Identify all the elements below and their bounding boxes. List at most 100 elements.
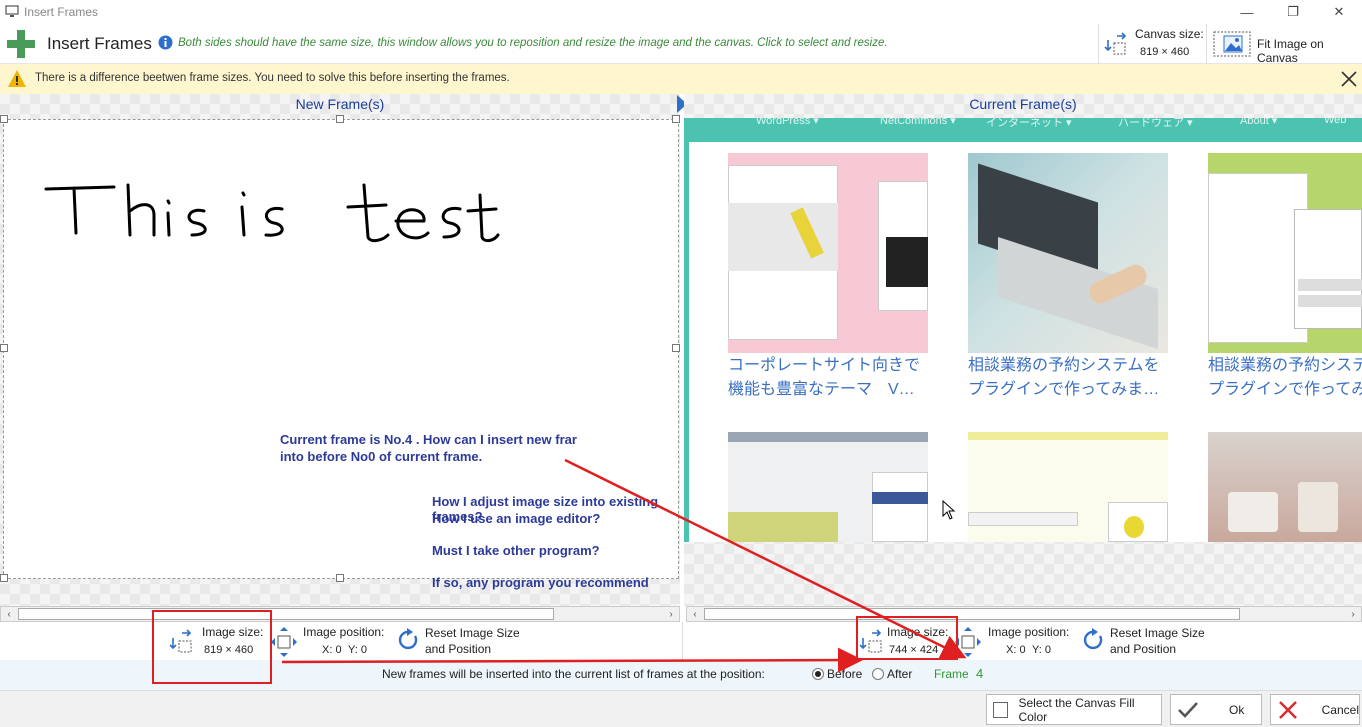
- left-controls: Image size: 819 × 460 Image position: X:…: [0, 622, 680, 660]
- position-x[interactable]: X: 0: [322, 644, 342, 656]
- move-icon: [955, 627, 981, 657]
- divider: [682, 622, 683, 660]
- reset-button-label[interactable]: and Position: [425, 642, 491, 656]
- frame-label: Frame: [934, 667, 969, 681]
- cancel-label: Cancel: [1321, 702, 1359, 717]
- annotation-highlight-box: [152, 610, 272, 684]
- resize-handle[interactable]: [0, 574, 8, 582]
- new-frames-title: New Frame(s): [295, 96, 385, 112]
- image-icon: [1213, 31, 1251, 57]
- after-radio[interactable]: [872, 668, 884, 680]
- menu-item: Web: [1324, 118, 1347, 126]
- reset-button-label[interactable]: and Position: [1110, 642, 1176, 656]
- card-caption[interactable]: コーポレートサイト向きで: [728, 354, 920, 378]
- canvas-size-value: 819 × 460: [1140, 46, 1190, 58]
- image-position-label: Image position:: [988, 625, 1070, 639]
- header: Insert Frames Both sides should have the…: [0, 24, 1362, 65]
- position-y[interactable]: Y: 0: [1032, 644, 1051, 656]
- header-description: Both sides should have the same size, th…: [178, 37, 888, 49]
- left-horizontal-scrollbar[interactable]: ‹ ›: [0, 606, 680, 622]
- reset-icon[interactable]: [1083, 628, 1105, 652]
- reset-button-label[interactable]: Reset Image Size: [1110, 626, 1205, 640]
- cancel-x-icon: [1279, 700, 1297, 719]
- scroll-right-arrow-icon[interactable]: ›: [663, 607, 679, 621]
- mouse-cursor-icon: [942, 500, 956, 520]
- scroll-thumb[interactable]: [18, 608, 554, 620]
- resize-handle[interactable]: [672, 344, 680, 352]
- menu-item: About ▾: [1240, 118, 1278, 127]
- annotation-line-5: Must I take other program?: [432, 543, 600, 558]
- new-frames-panel: New Frame(s) Current frame is No.4 . How…: [0, 94, 680, 606]
- new-frame-image[interactable]: Current frame is No.4 . How can I insert…: [3, 119, 679, 590]
- card-thumbnail: [728, 153, 928, 353]
- move-icon: [271, 627, 297, 657]
- page-title: Insert Frames: [47, 34, 152, 53]
- scroll-left-arrow-icon[interactable]: ‹: [687, 607, 703, 621]
- reset-icon[interactable]: [398, 628, 420, 652]
- card-thumbnail: [728, 432, 928, 542]
- close-warning-icon[interactable]: [1340, 70, 1358, 88]
- right-horizontal-scrollbar[interactable]: ‹ ›: [686, 606, 1362, 622]
- ok-button[interactable]: Ok: [1170, 694, 1262, 725]
- reset-button-label[interactable]: Reset Image Size: [425, 626, 520, 640]
- insert-position-text: New frames will be inserted into the cur…: [382, 667, 765, 681]
- resize-handle[interactable]: [336, 574, 344, 582]
- position-x[interactable]: X: 0: [1006, 644, 1026, 656]
- before-label[interactable]: Before: [827, 667, 862, 681]
- cancel-button[interactable]: Cancel: [1270, 694, 1360, 725]
- canvas-size-label: Canvas size:: [1135, 27, 1204, 41]
- resize-handle[interactable]: [0, 344, 8, 352]
- plus-icon: [7, 30, 35, 58]
- card-thumbnail: [968, 153, 1168, 353]
- card-caption[interactable]: 相談業務の予約システムを: [968, 354, 1160, 378]
- before-radio[interactable]: [812, 668, 824, 680]
- after-label[interactable]: After: [887, 667, 912, 681]
- card-thumbnail: [1208, 432, 1362, 542]
- frame-number[interactable]: 4: [976, 666, 983, 681]
- fit-image-button[interactable]: Fit Image on Canvas: [1206, 24, 1362, 65]
- card-caption[interactable]: 相談業務の予約システ: [1208, 354, 1362, 378]
- annotation-line-6: If so, any program you recommend: [432, 575, 649, 590]
- bottom-bar: Select the Canvas Fill Color Ok Cancel: [0, 690, 1362, 727]
- resize-icon: [1104, 32, 1127, 55]
- resize-handle[interactable]: [672, 115, 680, 123]
- scroll-right-arrow-icon[interactable]: ›: [1345, 607, 1361, 621]
- annotation-line-2: into before No0 of current frame.: [280, 449, 483, 464]
- card-caption[interactable]: プラグインで作ってみま…: [968, 378, 1159, 402]
- card-thumbnail: [968, 432, 1168, 542]
- canvas-fill-label: Select the Canvas Fill Color: [1018, 695, 1135, 724]
- menu-item: ハードウェア ▾: [1118, 118, 1193, 129]
- scroll-thumb[interactable]: [704, 608, 1240, 620]
- annotation-line-4: How I use an image editor?: [432, 511, 601, 526]
- annotation-highlight-box: [856, 616, 958, 660]
- card-thumbnail: [1208, 153, 1362, 353]
- window-title: Insert Frames: [24, 5, 99, 19]
- checkbox[interactable]: [993, 701, 1009, 718]
- scroll-left-arrow-icon[interactable]: ‹: [1, 607, 17, 621]
- fit-image-label: Fit Image on Canvas: [1257, 37, 1324, 65]
- current-frame-image[interactable]: WordPress ▾ NetCommons ▾ インターネット ▾ ハードウェ…: [684, 118, 1362, 542]
- resize-handle[interactable]: [0, 115, 8, 123]
- image-position-label: Image position:: [303, 625, 385, 639]
- handwriting-drawing: [44, 183, 500, 243]
- current-frames-title: Current Frame(s): [969, 96, 1077, 112]
- right-controls: Image size: 744 × 424 Image position: X:…: [686, 622, 1362, 660]
- resize-handle[interactable]: [336, 115, 344, 123]
- warning-icon: [8, 70, 26, 87]
- menu-item: WordPress ▾: [756, 118, 819, 127]
- ok-label: Ok: [1229, 702, 1245, 717]
- card-caption[interactable]: プラグインで作ってみ: [1208, 378, 1362, 402]
- site-left-border: [684, 142, 689, 542]
- position-y[interactable]: Y: 0: [348, 644, 367, 656]
- canvas-fill-color-button[interactable]: Select the Canvas Fill Color: [986, 694, 1162, 725]
- app-icon: [5, 5, 19, 17]
- menu-item: インターネット ▾: [986, 118, 1072, 129]
- card-caption[interactable]: 機能も豊富なテーマ V…: [728, 378, 915, 402]
- info-icon: [158, 35, 173, 50]
- close-window-button[interactable]: ✕: [1316, 0, 1362, 24]
- canvas-size-control[interactable]: Canvas size: 819 × 460: [1098, 24, 1206, 64]
- checkmark-icon: [1178, 701, 1198, 718]
- minimize-button[interactable]: —: [1224, 0, 1270, 24]
- menu-item: NetCommons ▾: [880, 118, 956, 127]
- maximize-button[interactable]: ❐: [1270, 0, 1316, 24]
